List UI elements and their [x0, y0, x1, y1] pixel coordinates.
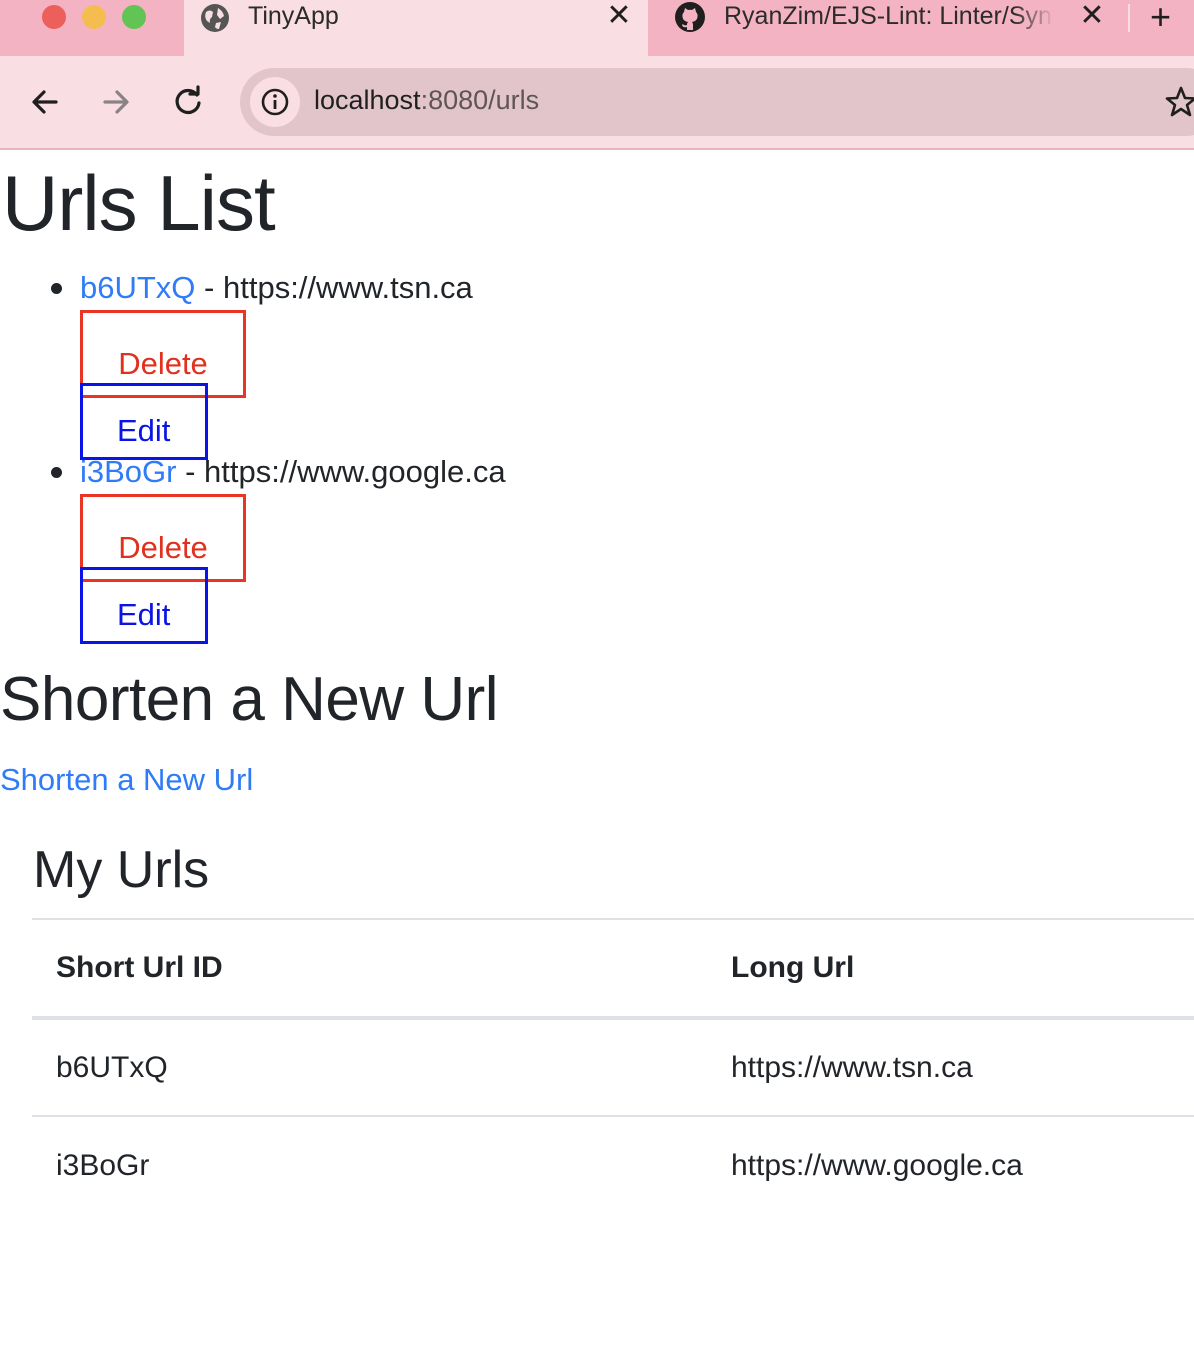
- column-header-short-url-id: Short Url ID: [32, 918, 707, 1020]
- tab-strip: TinyApp ✕ RyanZim/EJS-Lint: Linter/Synta…: [0, 0, 1194, 56]
- close-window-button[interactable]: [42, 5, 66, 29]
- shorten-new-url-link[interactable]: Shorten a New Url: [0, 760, 253, 800]
- shorten-heading: Shorten a New Url: [0, 665, 499, 734]
- github-icon: [674, 1, 705, 32]
- my-urls-heading: My Urls: [33, 841, 210, 899]
- address-bar[interactable]: localhost:8080/urls: [240, 68, 1194, 136]
- column-header-long-url: Long Url: [707, 918, 1194, 1020]
- table-row: i3BoGr https://www.google.ca: [32, 1116, 1194, 1214]
- close-tab-icon[interactable]: ✕: [1077, 0, 1107, 32]
- table-cell-short-id: i3BoGr: [56, 1148, 150, 1182]
- address-url[interactable]: localhost:8080/urls: [314, 85, 539, 116]
- reload-icon[interactable]: [170, 84, 206, 120]
- urls-table: Short Url ID Long Url b6UTxQ https://www…: [32, 918, 1194, 1214]
- tab-tinyapp[interactable]: TinyApp ✕: [184, 0, 648, 56]
- browser-toolbar: localhost:8080/urls: [0, 56, 1194, 148]
- list-item: b6UTxQ - https://www.tsn.ca Delete Edit: [0, 260, 700, 460]
- list-item: i3BoGr - https://www.google.ca Delete Ed…: [0, 444, 700, 644]
- globe-icon: [200, 3, 230, 33]
- maximize-window-button[interactable]: [122, 5, 146, 29]
- short-url-link[interactable]: i3BoGr: [80, 454, 176, 489]
- page-content: Urls List b6UTxQ - https://www.tsn.ca De…: [0, 150, 1194, 1354]
- tab-title: RyanZim/EJS-Lint: Linter/Syntax: [724, 2, 1054, 30]
- page-title: Urls List: [2, 159, 276, 247]
- tab-title: TinyApp: [248, 2, 339, 30]
- minimize-window-button[interactable]: [82, 5, 106, 29]
- site-info-icon[interactable]: [250, 77, 300, 127]
- close-tab-icon[interactable]: ✕: [604, 0, 634, 32]
- bullet: [51, 283, 62, 294]
- forward-arrow-icon[interactable]: [98, 84, 134, 120]
- table-cell-long-url: https://www.google.ca: [731, 1148, 1023, 1182]
- back-arrow-icon[interactable]: [27, 84, 63, 120]
- new-tab-plus-icon[interactable]: +: [1150, 0, 1171, 37]
- table-row: b6UTxQ https://www.tsn.ca: [32, 1018, 1194, 1117]
- bookmark-star-icon[interactable]: [1164, 85, 1194, 119]
- tab-divider: [1128, 4, 1130, 32]
- long-url-text: https://www.tsn.ca: [222, 270, 473, 305]
- url-list: b6UTxQ - https://www.tsn.ca Delete Edit …: [0, 260, 700, 644]
- bullet: [51, 467, 62, 478]
- long-url-text: https://www.google.ca: [204, 454, 506, 489]
- table-cell-short-id: b6UTxQ: [32, 1018, 707, 1117]
- tab-github[interactable]: RyanZim/EJS-Lint: Linter/Syntax ✕: [660, 0, 1120, 40]
- table-cell-long-url: https://www.tsn.ca: [707, 1018, 1194, 1117]
- short-url-link[interactable]: b6UTxQ: [80, 270, 195, 305]
- edit-button[interactable]: Edit: [80, 567, 208, 644]
- table-header-row: Short Url ID Long Url: [32, 918, 1194, 1020]
